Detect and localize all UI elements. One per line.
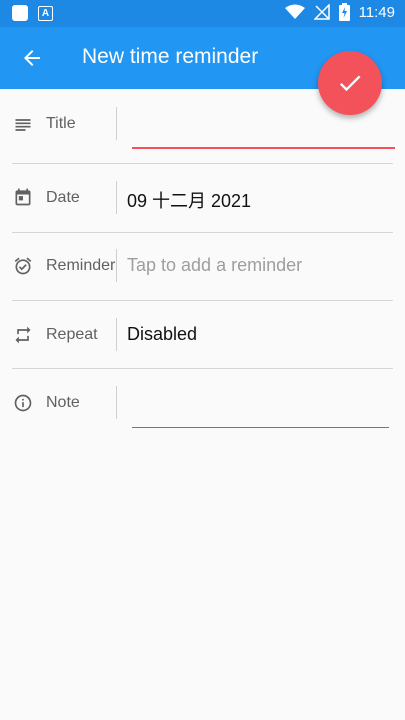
note-input[interactable] [132, 391, 389, 421]
divider [116, 249, 117, 282]
divider [116, 386, 117, 419]
no-signal-icon [313, 4, 330, 20]
alarm-icon [14, 257, 32, 275]
title-label: Title [46, 115, 76, 132]
a-notification-icon: A [38, 5, 53, 21]
arrow-back-icon[interactable] [20, 46, 44, 70]
note-row[interactable]: Note [0, 369, 405, 439]
repeat-label: Repeat [46, 326, 98, 343]
title-input-underline [132, 147, 395, 149]
divider [116, 181, 117, 214]
title-input[interactable] [132, 113, 395, 143]
date-label: Date [46, 189, 80, 206]
info-icon [14, 394, 32, 412]
reminder-label: Reminder [46, 257, 116, 274]
wifi-icon [284, 4, 305, 19]
reminder-row[interactable]: Reminder Tap to add a reminder [0, 233, 405, 300]
date-value[interactable]: 09 十二月 2021 [127, 187, 251, 213]
note-label: Note [46, 394, 80, 411]
divider [116, 107, 117, 140]
battery-charging-icon [338, 3, 350, 21]
divider [116, 318, 117, 351]
date-row[interactable]: Date 09 十二月 2021 [0, 164, 405, 232]
page-title: New time reminder [82, 45, 259, 68]
save-button[interactable] [318, 51, 382, 115]
check-icon [339, 75, 361, 92]
calendar-icon [15, 188, 31, 206]
repeat-row[interactable]: Repeat Disabled [0, 301, 405, 368]
repeat-value[interactable]: Disabled [127, 324, 197, 345]
app-square-icon [12, 5, 28, 21]
note-input-underline [132, 427, 389, 428]
status-time: 11:49 [358, 3, 395, 21]
reminder-placeholder[interactable]: Tap to add a reminder [127, 255, 302, 276]
status-bar: A 11:49 [0, 0, 405, 27]
subject-lines-icon [15, 119, 31, 131]
repeat-icon [15, 326, 31, 344]
